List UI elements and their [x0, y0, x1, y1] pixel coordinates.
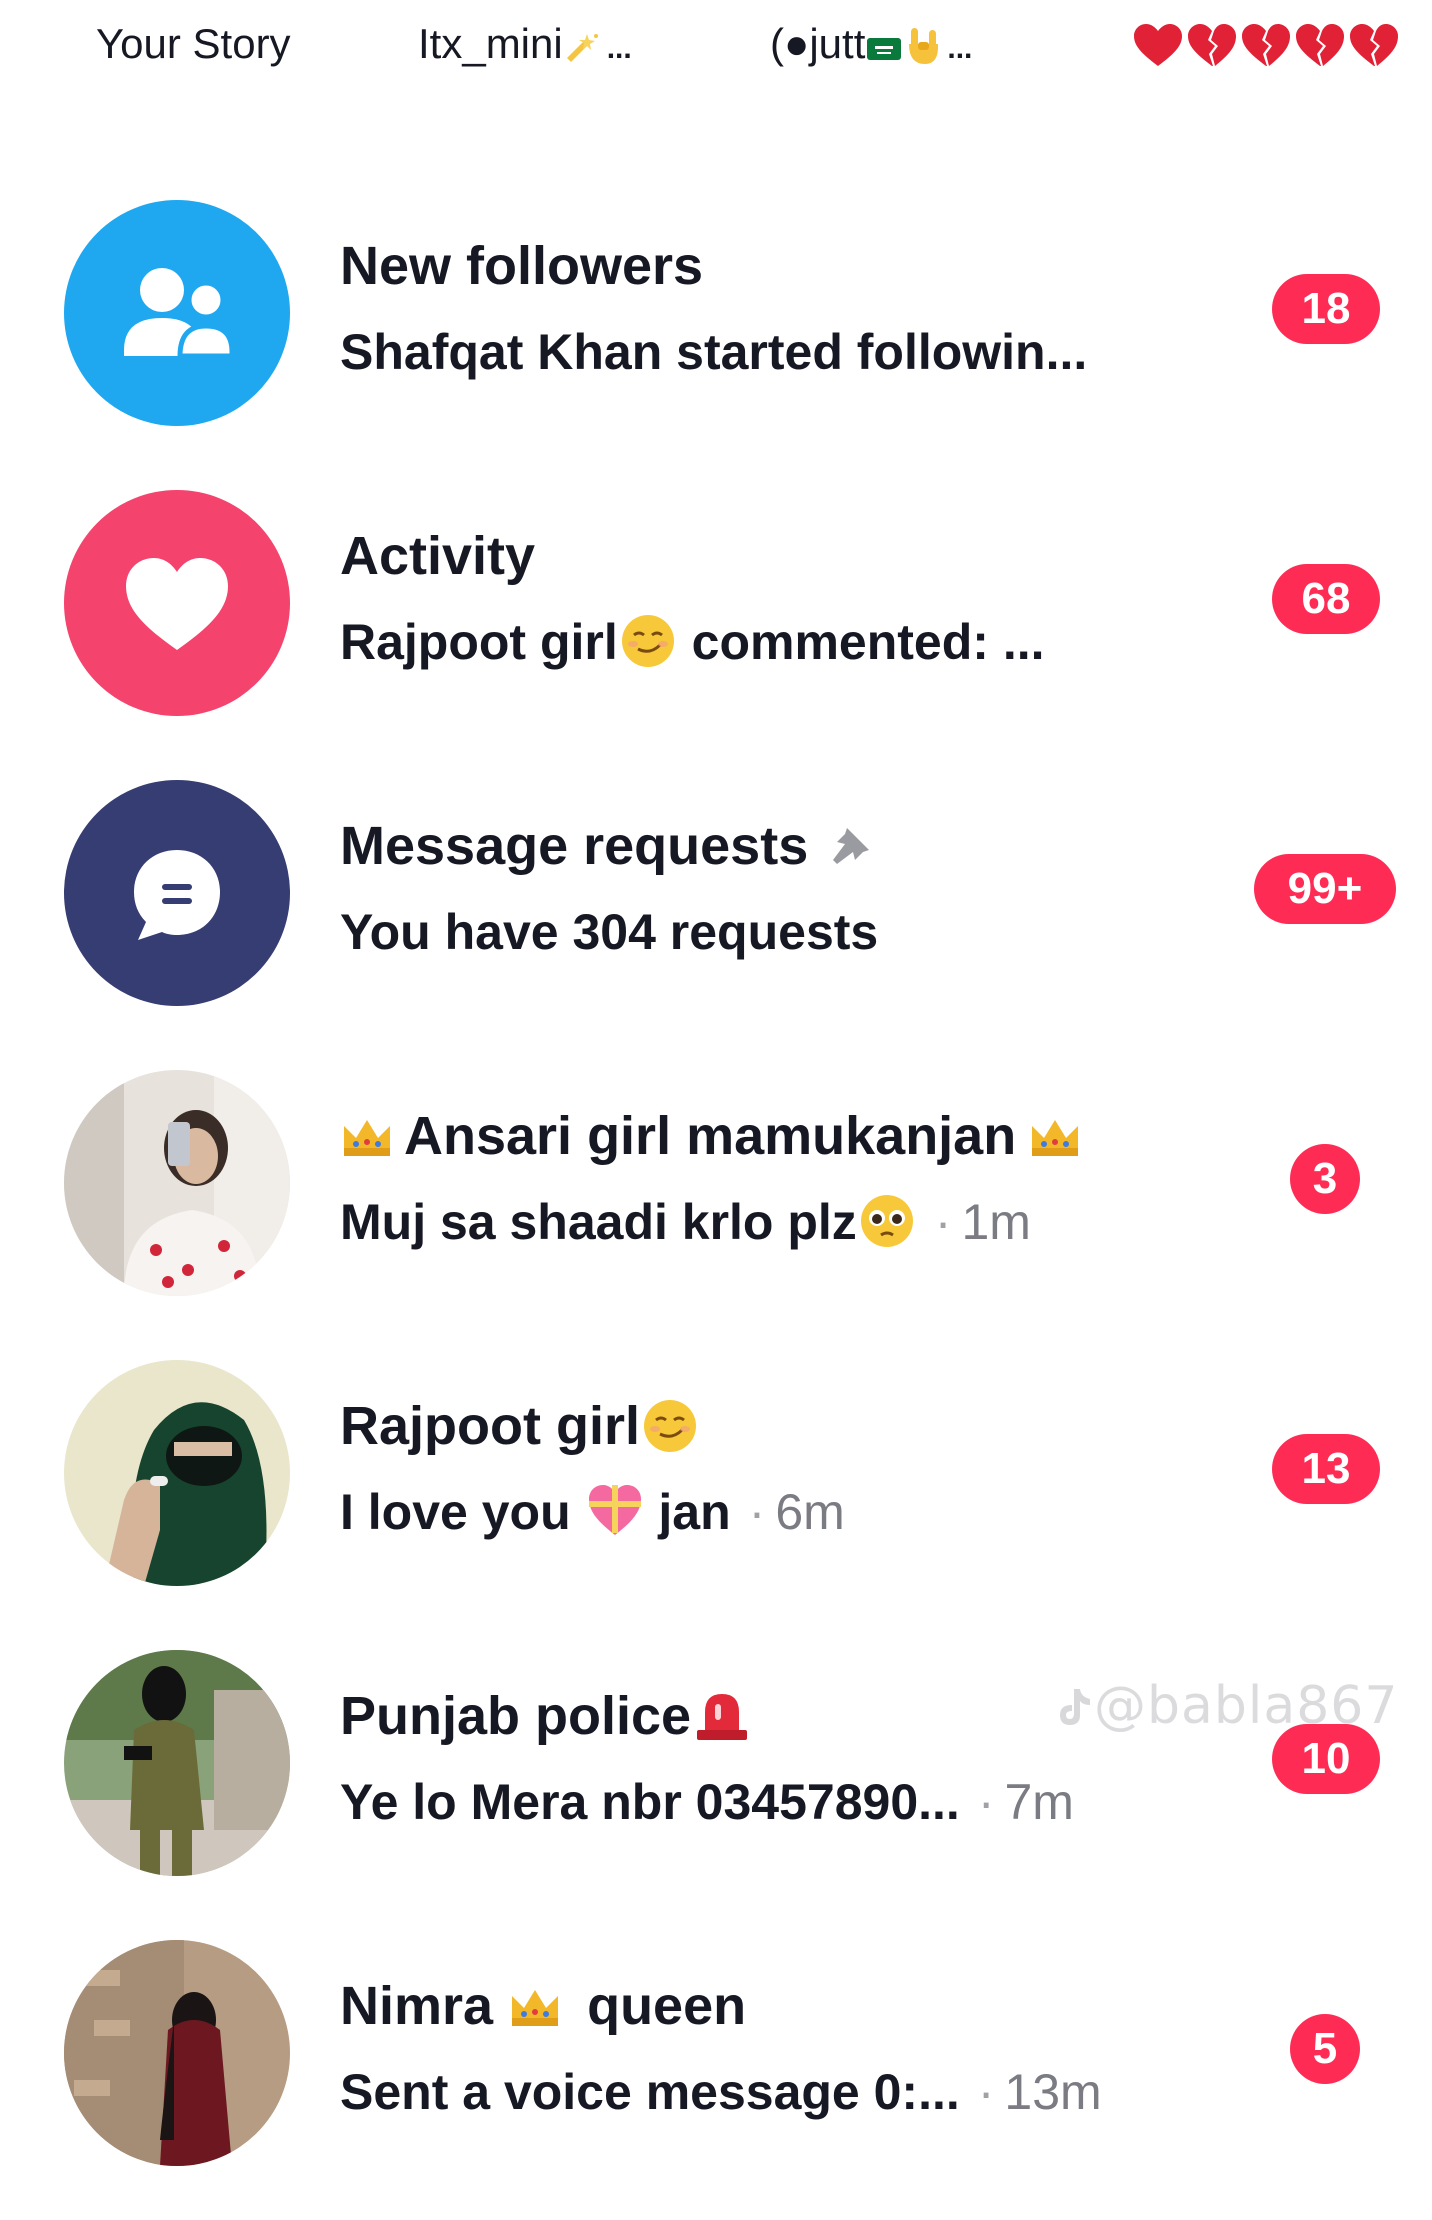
crown-icon [340, 1114, 394, 1158]
row-title: Message requests [340, 814, 875, 878]
unread-badge: 18 [1272, 274, 1380, 344]
row-title: Activity [340, 526, 536, 586]
watermark-text: @babla867 [1094, 1676, 1399, 1736]
story-itx-mini[interactable]: Itx_mini... [418, 14, 632, 79]
story-hearts[interactable] [1132, 22, 1400, 68]
inbox-row-chat[interactable]: Ansari girl mamukanjan Muj sa shaadi krl… [0, 1060, 1432, 1350]
inbox-row-chat[interactable]: Nimra queen Sent a voice message 0:... · 1… [0, 1930, 1432, 2220]
timestamp: 6m [775, 1484, 845, 1540]
broken-heart-icon [1296, 24, 1344, 66]
row-title: New followers [340, 236, 704, 296]
inbox-row-message-requests[interactable]: Message requests You have 304 requests 9… [0, 770, 1432, 1060]
broken-heart-icon [1242, 24, 1290, 66]
inbox-row-new-followers[interactable]: New followers Shafqat Khan started follo… [0, 190, 1432, 480]
avatar-photo [64, 1940, 290, 2166]
watermark: @babla867 [1050, 1676, 1398, 1736]
title-text: Punjab police [340, 1686, 692, 1746]
unread-badge: 5 [1290, 2014, 1360, 2084]
story-your-story[interactable]: Your Story [96, 14, 291, 74]
story-label: (●jutt [770, 20, 866, 67]
requests-avatar [64, 780, 290, 1006]
pleading-emoji-icon [857, 1191, 917, 1251]
followers-icon [124, 268, 235, 359]
siren-icon [691, 1686, 753, 1742]
timestamp: 7m [1004, 1774, 1074, 1830]
subtitle-text: commented: ... [677, 614, 1045, 670]
subtitle-name: Rajpoot girl [340, 614, 618, 670]
sparkle-emoji-icon [563, 18, 601, 62]
separator-dot: · [977, 1774, 995, 1830]
row-title: Nimra queen [340, 1974, 746, 2038]
row-subtitle: Sent a voice message 0:... · 13m [340, 2060, 1102, 2124]
row-subtitle: Muj sa shaadi krlo plz · 1m [340, 1190, 1031, 1254]
story-strip: Your Story Itx_mini... (●jutt... [0, 0, 1432, 90]
user-avatar [64, 1070, 290, 1296]
story-ellipsis: ... [606, 32, 632, 65]
message-preview: I love you [340, 1484, 585, 1540]
story-label: Itx_mini [418, 20, 563, 67]
row-title: Ansari girl mamukanjan [340, 1104, 1082, 1168]
separator-dot: · [934, 1194, 952, 1250]
unread-badge: 68 [1272, 564, 1380, 634]
title-text-end: queen [572, 1976, 747, 2036]
inbox-list: New followers Shafqat Khan started follo… [0, 190, 1432, 2220]
broken-heart-icon [1350, 24, 1398, 66]
pin-icon [829, 822, 875, 868]
followers-avatar [64, 200, 290, 426]
inbox-row-chat[interactable]: Rajpoot girl I love you jan · 6m 13 [0, 1350, 1432, 1640]
inbox-row-activity[interactable]: Activity Rajpoot girl commented: ... 68 [0, 480, 1432, 770]
separator-dot: · [977, 2064, 995, 2120]
message-preview: Ye lo Mera nbr 03457890... [340, 1774, 960, 1830]
timestamp: 1m [961, 1194, 1031, 1250]
row-subtitle: Rajpoot girl commented: ... [340, 610, 1045, 674]
story-label: Your Story [96, 20, 291, 67]
broken-heart-icon [1188, 24, 1236, 66]
user-avatar [64, 1650, 290, 1876]
story-ellipsis: ... [947, 32, 973, 65]
smirk-emoji-icon [640, 1396, 700, 1456]
row-subtitle: Ye lo Mera nbr 03457890... · 7m [340, 1770, 1074, 1834]
row-subtitle: Shafqat Khan started followin... [340, 324, 1088, 380]
row-subtitle: I love you jan · 6m [340, 1480, 845, 1544]
smirk-emoji-icon [618, 611, 678, 671]
heart-ribbon-icon [585, 1481, 645, 1541]
flag-saudi-icon [867, 18, 902, 60]
avatar-photo [64, 1650, 290, 1876]
message-preview-end: jan [644, 1484, 731, 1540]
unread-badge: 13 [1272, 1434, 1380, 1504]
crown-icon [1028, 1114, 1082, 1158]
heart-icon [126, 558, 228, 650]
message-preview: Sent a voice message 0:... [340, 2064, 960, 2120]
tiktok-icon [1050, 1682, 1094, 1726]
title-text: Ansari girl mamukanjan [404, 1106, 1017, 1166]
crown-icon [508, 1984, 562, 2028]
unread-badge: 3 [1290, 1144, 1360, 1214]
separator-dot: · [748, 1484, 766, 1540]
unread-badge: 99+ [1254, 854, 1396, 924]
user-avatar [64, 1360, 290, 1586]
story-jutt[interactable]: (●jutt... [770, 14, 972, 79]
title-text: Nimra [340, 1976, 509, 2036]
row-title: Rajpoot girl [340, 1394, 700, 1458]
message-preview: Muj sa shaadi krlo plz [340, 1194, 857, 1250]
user-avatar [64, 1940, 290, 2166]
activity-avatar [64, 490, 290, 716]
timestamp: 13m [1004, 2064, 1102, 2120]
title-text: Rajpoot girl [340, 1396, 640, 1456]
message-icon [134, 850, 220, 940]
title-text: Message requests [340, 816, 809, 876]
avatar-photo [64, 1070, 290, 1296]
row-subtitle: You have 304 requests [340, 904, 879, 960]
avatar-photo [64, 1360, 290, 1586]
row-title: Punjab police [340, 1684, 753, 1748]
red-heart-icon [1134, 24, 1182, 66]
rock-hand-icon [905, 22, 941, 64]
